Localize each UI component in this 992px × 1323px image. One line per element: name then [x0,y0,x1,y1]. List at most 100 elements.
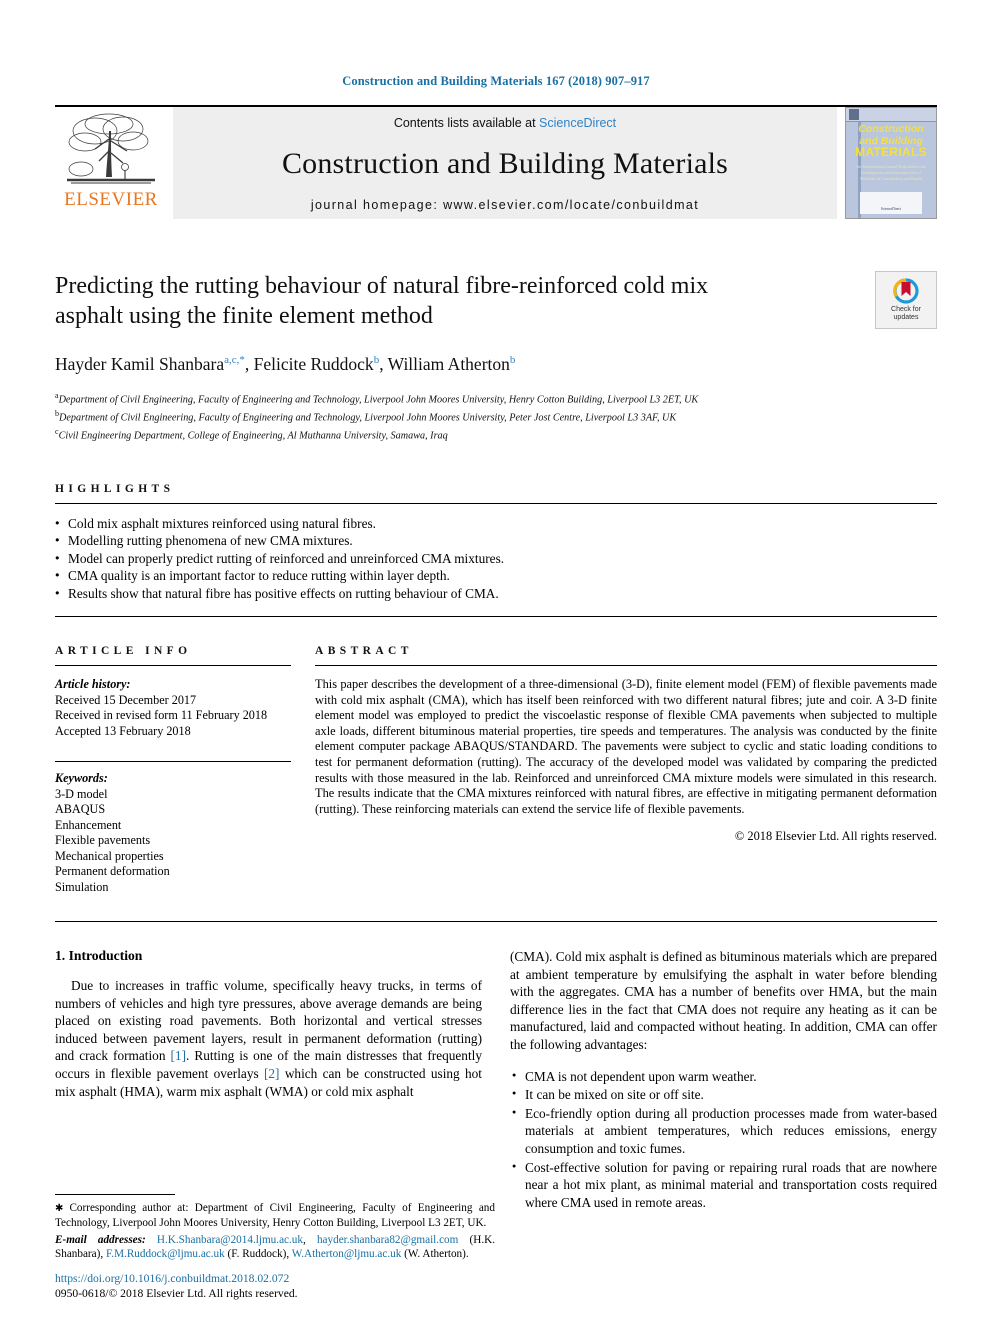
article-history-item: Received 15 December 2017 [55,692,197,707]
doi-link[interactable]: https://doi.org/10.1016/j.conbuildmat.20… [55,1271,298,1286]
affiliation-list: aDepartment of Civil Engineering, Facult… [55,389,937,443]
highlights-list: Cold mix asphalt mixtures reinforced usi… [55,514,937,603]
keywords-label: Keywords: [55,771,108,785]
author-1-affil-mark: a,c,* [224,354,245,366]
footnote-block: ✱ Corresponding author at: Department of… [55,1194,495,1261]
article-history-label: Article history: [55,677,131,691]
abstract-heading: ABSTRACT [315,645,413,657]
corresponding-author-text: Corresponding author at: Department of C… [55,1202,495,1229]
info-abstract-section: ARTICLE INFO Article history: Received 1… [55,645,937,895]
cover-title-line3: MATERIALS [855,145,927,159]
author-2-name: Felicite Ruddock [253,353,374,374]
list-item: Modelling rutting phenomena of new CMA m… [55,531,937,550]
crossmark-icon [893,278,919,304]
body-left-column: 1. Introduction Due to increases in traf… [55,948,482,1212]
cover-elsevier-mark [849,109,859,120]
keywords-divider [55,761,291,762]
affiliation-a: aDepartment of Civil Engineering, Facult… [55,389,937,407]
cover-title: Construction and Building MATERIALS [846,123,936,159]
footnote-divider [55,1194,175,1195]
journal-header-center: Contents lists available at ScienceDirec… [173,107,837,219]
article-info-heading: ARTICLE INFO [55,645,192,657]
title-and-authors: Predicting the rutting behaviour of natu… [55,271,875,375]
email-after-4: (W. Atherton). [401,1248,469,1260]
cover-footer: ScienceDirect [880,207,902,211]
email-label: E-mail addresses: [55,1234,146,1246]
author-sep-2: , [379,353,388,374]
affiliation-c-text: Civil Engineering Department, College of… [58,430,448,441]
section-heading-introduction: 1. Introduction [55,948,143,963]
affiliation-b: bDepartment of Civil Engineering, Facult… [55,407,937,425]
contents-available-line: Contents lists available at ScienceDirec… [394,116,616,130]
article-history-item: Accepted 13 February 2018 [55,723,191,738]
affiliation-c: cCivil Engineering Department, College o… [55,425,937,443]
elsevier-tree-icon [67,113,155,184]
journal-title: Construction and Building Materials [281,147,729,180]
keyword-item: 3-D model [55,786,108,801]
list-item: Results show that natural fibre has posi… [55,584,937,603]
affiliation-a-text: Department of Civil Engineering, Faculty… [58,394,699,406]
list-item: Cold mix asphalt mixtures reinforced usi… [55,514,937,533]
author-1-name: Hayder Kamil Shanbara [55,353,225,374]
corresponding-author-note: ✱ Corresponding author at: Department of… [55,1201,495,1230]
email-after-1: , [302,1234,317,1246]
issn-copyright: 0950-0618/© 2018 Elsevier Ltd. All right… [55,1287,298,1300]
crossmark-label-line1: Check for [891,306,921,313]
highlights-heading: HIGHLIGHTS [55,482,175,495]
list-item: Model can properly predict rutting of re… [55,549,937,568]
body-columns: 1. Introduction Due to increases in traf… [55,948,937,1212]
elsevier-wordmark: ELSEVIER [64,189,158,210]
abstract-text: This paper describes the development of … [315,677,937,816]
email-link-3[interactable]: F.M.Ruddock@ljmu.ac.uk [106,1248,225,1260]
keyword-item: Flexible pavements [55,833,151,847]
keywords-block: Keywords: 3-D model ABAQUS Enhancement F… [55,771,291,895]
email-link-1[interactable]: H.K.Shanbara@2014.ljmu.ac.uk [157,1234,303,1246]
article-info-divider [55,665,291,666]
article-history: Article history: Received 15 December 20… [55,677,291,739]
citation-ref-1[interactable]: [1] [171,1048,187,1063]
list-item: CMA is not dependent upon warm weather. [510,1067,937,1086]
keyword-item: ABAQUS [55,802,106,816]
keyword-item: Permanent deformation [55,864,170,878]
list-item: It can be mixed on site or off site. [510,1085,937,1104]
cover-blurb: An International Journal Dedicated to th… [856,164,926,181]
crossmark-label-line2: updates [893,314,919,321]
citation-ref-2[interactable]: [2] [264,1066,280,1081]
list-item: Eco-friendly option during all productio… [510,1104,937,1158]
email-link-2[interactable]: hayder.shanbara82@gmail.com [317,1234,458,1246]
elsevier-logo: ELSEVIER [55,107,167,219]
abstract-column: ABSTRACT This paper describes the develo… [315,645,937,895]
page-title: Predicting the rutting behaviour of natu… [55,273,709,329]
crossmark-label: Check for updates [891,306,921,322]
sciencedirect-link[interactable]: ScienceDirect [539,116,616,130]
contents-prefix: Contents lists available at [393,116,540,130]
paper-page: Construction and Building Materials 167 … [0,0,992,1323]
doi-block: https://doi.org/10.1016/j.conbuildmat.20… [55,1271,298,1301]
highlights-bottom-divider [55,616,937,617]
article-history-item: Received in revised form 11 February 201… [55,708,268,722]
journal-homepage[interactable]: journal homepage: www.elsevier.com/locat… [311,198,699,212]
highlights-section: HIGHLIGHTS Cold mix asphalt mixtures rei… [55,482,937,617]
cover-title-line1: Construction [858,123,924,135]
list-item: CMA quality is an important factor to re… [55,566,937,585]
journal-header-band: ELSEVIER Contents lists available at Sci… [55,105,937,219]
keyword-item: Enhancement [55,817,122,832]
keyword-item: Mechanical properties [55,848,164,863]
title-block: Predicting the rutting behaviour of natu… [55,271,937,375]
affiliation-b-text: Department of Civil Engineering, Faculty… [59,412,677,424]
running-head: Construction and Building Materials 167 … [342,74,650,88]
email-note: E-mail addresses: H.K.Shanbara@2014.ljmu… [55,1233,495,1261]
author-3-affil-mark: b [509,354,516,366]
list-item: Cost-effective solution for paving or re… [510,1158,937,1212]
email-after-3: (F. Ruddock), [224,1248,292,1260]
abstract-divider [315,665,937,666]
author-sep-1: , [244,353,254,374]
journal-cover-thumbnail: Construction and Building MATERIALS An I… [845,107,937,219]
crossmark-badge[interactable]: Check for updates [875,271,937,329]
email-link-4[interactable]: W.Atherton@ljmu.ac.uk [292,1248,402,1260]
intro-paragraph-left: Due to increases in traffic volume, spec… [55,977,482,1100]
intro-paragraph-right: (CMA). Cold mix asphalt is defined as bi… [510,949,937,1052]
keyword-item: Simulation [55,879,109,894]
author-list: Hayder Kamil Shanbaraa,c,*, Felicite Rud… [55,349,857,375]
asterisk-icon: ✱ [55,1203,70,1214]
